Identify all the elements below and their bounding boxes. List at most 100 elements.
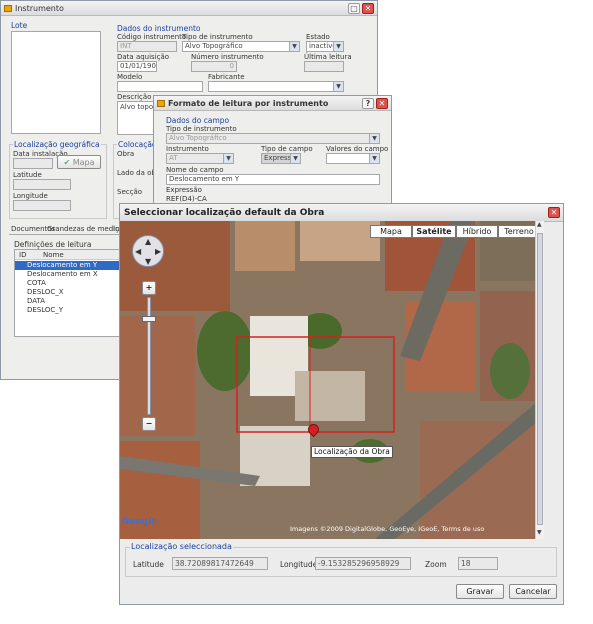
maptype-satelite[interactable]: Satélite [412,225,456,238]
list-item[interactable]: DATA [15,297,121,306]
pan-right-icon[interactable]: ▶ [155,247,161,256]
map-attribution[interactable]: Imagens ©2009 DigitalGlobe, GeoEye, IGeo… [290,525,484,533]
expressao-value[interactable]: REF(D4)-CA [166,195,207,203]
ultima-leitura-label: Última leitura [304,53,352,61]
tipo-instrumento-select[interactable]: Alvo Topográfico ▼ [166,133,380,144]
list-item[interactable]: Deslocamento em Y [15,261,121,270]
zoom-out-button[interactable]: − [142,417,156,431]
estado-select[interactable]: inactivo ▼ [306,41,344,52]
modelo-label: Modelo [117,73,143,81]
list-item[interactable]: DESLOC_Y [15,306,121,315]
list-header-nome[interactable]: Nome [43,251,64,259]
zoom-out-label: − [145,419,153,428]
zoom-slider-handle[interactable] [142,316,156,322]
pan-left-icon[interactable]: ◀ [135,247,141,256]
zoom-in-label: + [145,283,153,292]
map-vscrollbar[interactable]: ▲ ▼ [535,221,544,539]
zoom-in-button[interactable]: + [142,281,156,295]
fabricante-label: Fabricante [208,73,245,81]
zoom-slider-track[interactable] [147,297,151,415]
longitude-field[interactable] [13,200,71,211]
numero-label: Número instrumento [191,53,264,61]
formato-titlebar: Formato de leitura por instrumento ? ✕ [154,96,391,111]
modelo-field[interactable] [117,81,203,92]
latitude-field[interactable] [13,179,71,190]
scroll-thumb[interactable] [537,233,543,525]
instrumento-select[interactable]: AT ▼ [166,153,234,164]
valores-campo-label: Valores do campo [326,145,389,153]
list-item-label: Deslocamento em X [27,270,98,278]
data-aquisicao-label: Data aquisição [117,53,170,61]
fabricante-select[interactable]: ▼ [208,81,344,92]
nome-campo-field[interactable]: Deslocamento em Y [166,174,380,185]
nome-campo-label: Nome do campo [166,166,224,174]
satellite-map[interactable]: Mapa Satélite Híbrido Terreno ▲ ▼ ◀ ▶ + … [120,221,544,539]
list-item[interactable]: Deslocamento em X [15,270,121,279]
close-button[interactable]: ✕ [548,207,560,218]
localizacao-seleccionada-label: Localização seleccionada [130,542,233,551]
scroll-down-icon[interactable]: ▼ [537,529,542,536]
ultima-leitura-field[interactable] [304,61,344,72]
map-longitude-field[interactable]: -9.153285296958929 [315,557,411,570]
list-item-label: DESLOC_X [27,288,64,296]
codigo-field[interactable]: INT [117,41,177,52]
lote-list[interactable] [11,31,101,134]
map-window: Seleccionar localização default da Obra … [119,203,564,605]
chevron-down-icon: ▼ [289,42,299,51]
list-header-id[interactable]: ID [19,251,26,259]
tipo-campo-select[interactable]: Expressão ▼ [261,153,301,164]
mapa-button[interactable]: ✔ Mapa [57,155,101,169]
close-button[interactable]: ✕ [376,98,388,109]
instrumento-value: AT [169,154,178,162]
minimize-button[interactable]: ▢ [348,3,360,14]
obra-label: Obra [117,150,135,158]
cancelar-button-label: Cancelar [515,587,551,596]
lote-label: Lote [11,21,28,30]
chevron-down-icon: ▼ [369,154,379,163]
chevron-down-icon: ▼ [223,154,233,163]
dados-instrumento-label: Dados do instrumento [117,24,201,33]
pan-up-icon[interactable]: ▲ [145,237,151,246]
formato-window: Formato de leitura por instrumento ? ✕ D… [153,95,392,207]
marker-label: Localização da Obra [314,447,390,456]
definicoes-list[interactable]: ID Nome Deslocamento em Y Deslocamento e… [14,249,122,337]
pan-down-icon[interactable]: ▼ [145,257,151,266]
maptype-mapa[interactable]: Mapa [370,225,412,238]
chevron-down-icon: ▼ [290,154,300,163]
pan-control[interactable]: ▲ ▼ ◀ ▶ [132,235,164,267]
formato-title: Formato de leitura por instrumento [168,99,329,108]
descricao-label: Descrição [117,93,152,101]
chevron-down-icon: ▼ [333,42,343,51]
globe-icon: ✔ [63,158,71,167]
google-logo: Google [122,517,158,527]
secao-label: Secção [117,188,143,196]
map-zoom-field[interactable]: 18 [458,557,498,570]
latitude-label: Latitude [13,171,42,179]
maptype-terreno[interactable]: Terreno [498,225,540,238]
close-button[interactable]: ✕ [362,3,374,14]
data-aquisicao-field[interactable]: 01/01/1900 [117,61,157,72]
scroll-up-icon[interactable]: ▲ [537,221,542,228]
chevron-down-icon: ▼ [369,134,379,143]
list-item[interactable]: COTA [15,279,121,288]
tipo-value: Alvo Topográfico [185,42,243,50]
list-item-label: DATA [27,297,46,305]
cancelar-button[interactable]: Cancelar [509,584,557,599]
gravar-button[interactable]: Gravar [456,584,504,599]
maptype-hibrido[interactable]: Híbrido [456,225,498,238]
help-button[interactable]: ? [362,98,374,109]
list-item[interactable]: DESLOC_X [15,288,121,297]
data-instalacao-field[interactable] [13,158,53,169]
app-icon [157,100,165,107]
map-titlebar: Seleccionar localização default da Obra … [120,204,563,222]
numero-field[interactable]: 0 [191,61,237,72]
expressao-label: Expressão [166,186,202,194]
marker-tooltip: Localização da Obra [311,446,393,458]
tab-divider [9,234,121,235]
gravar-button-label: Gravar [466,587,494,596]
map-latitude-field[interactable]: 38.72089817472649 [172,557,268,570]
list-item-label: COTA [27,279,46,287]
valores-campo-select[interactable]: ▼ [326,153,380,164]
map-latitude-label: Latitude [133,560,164,569]
tipo-select[interactable]: Alvo Topográfico ▼ [182,41,300,52]
